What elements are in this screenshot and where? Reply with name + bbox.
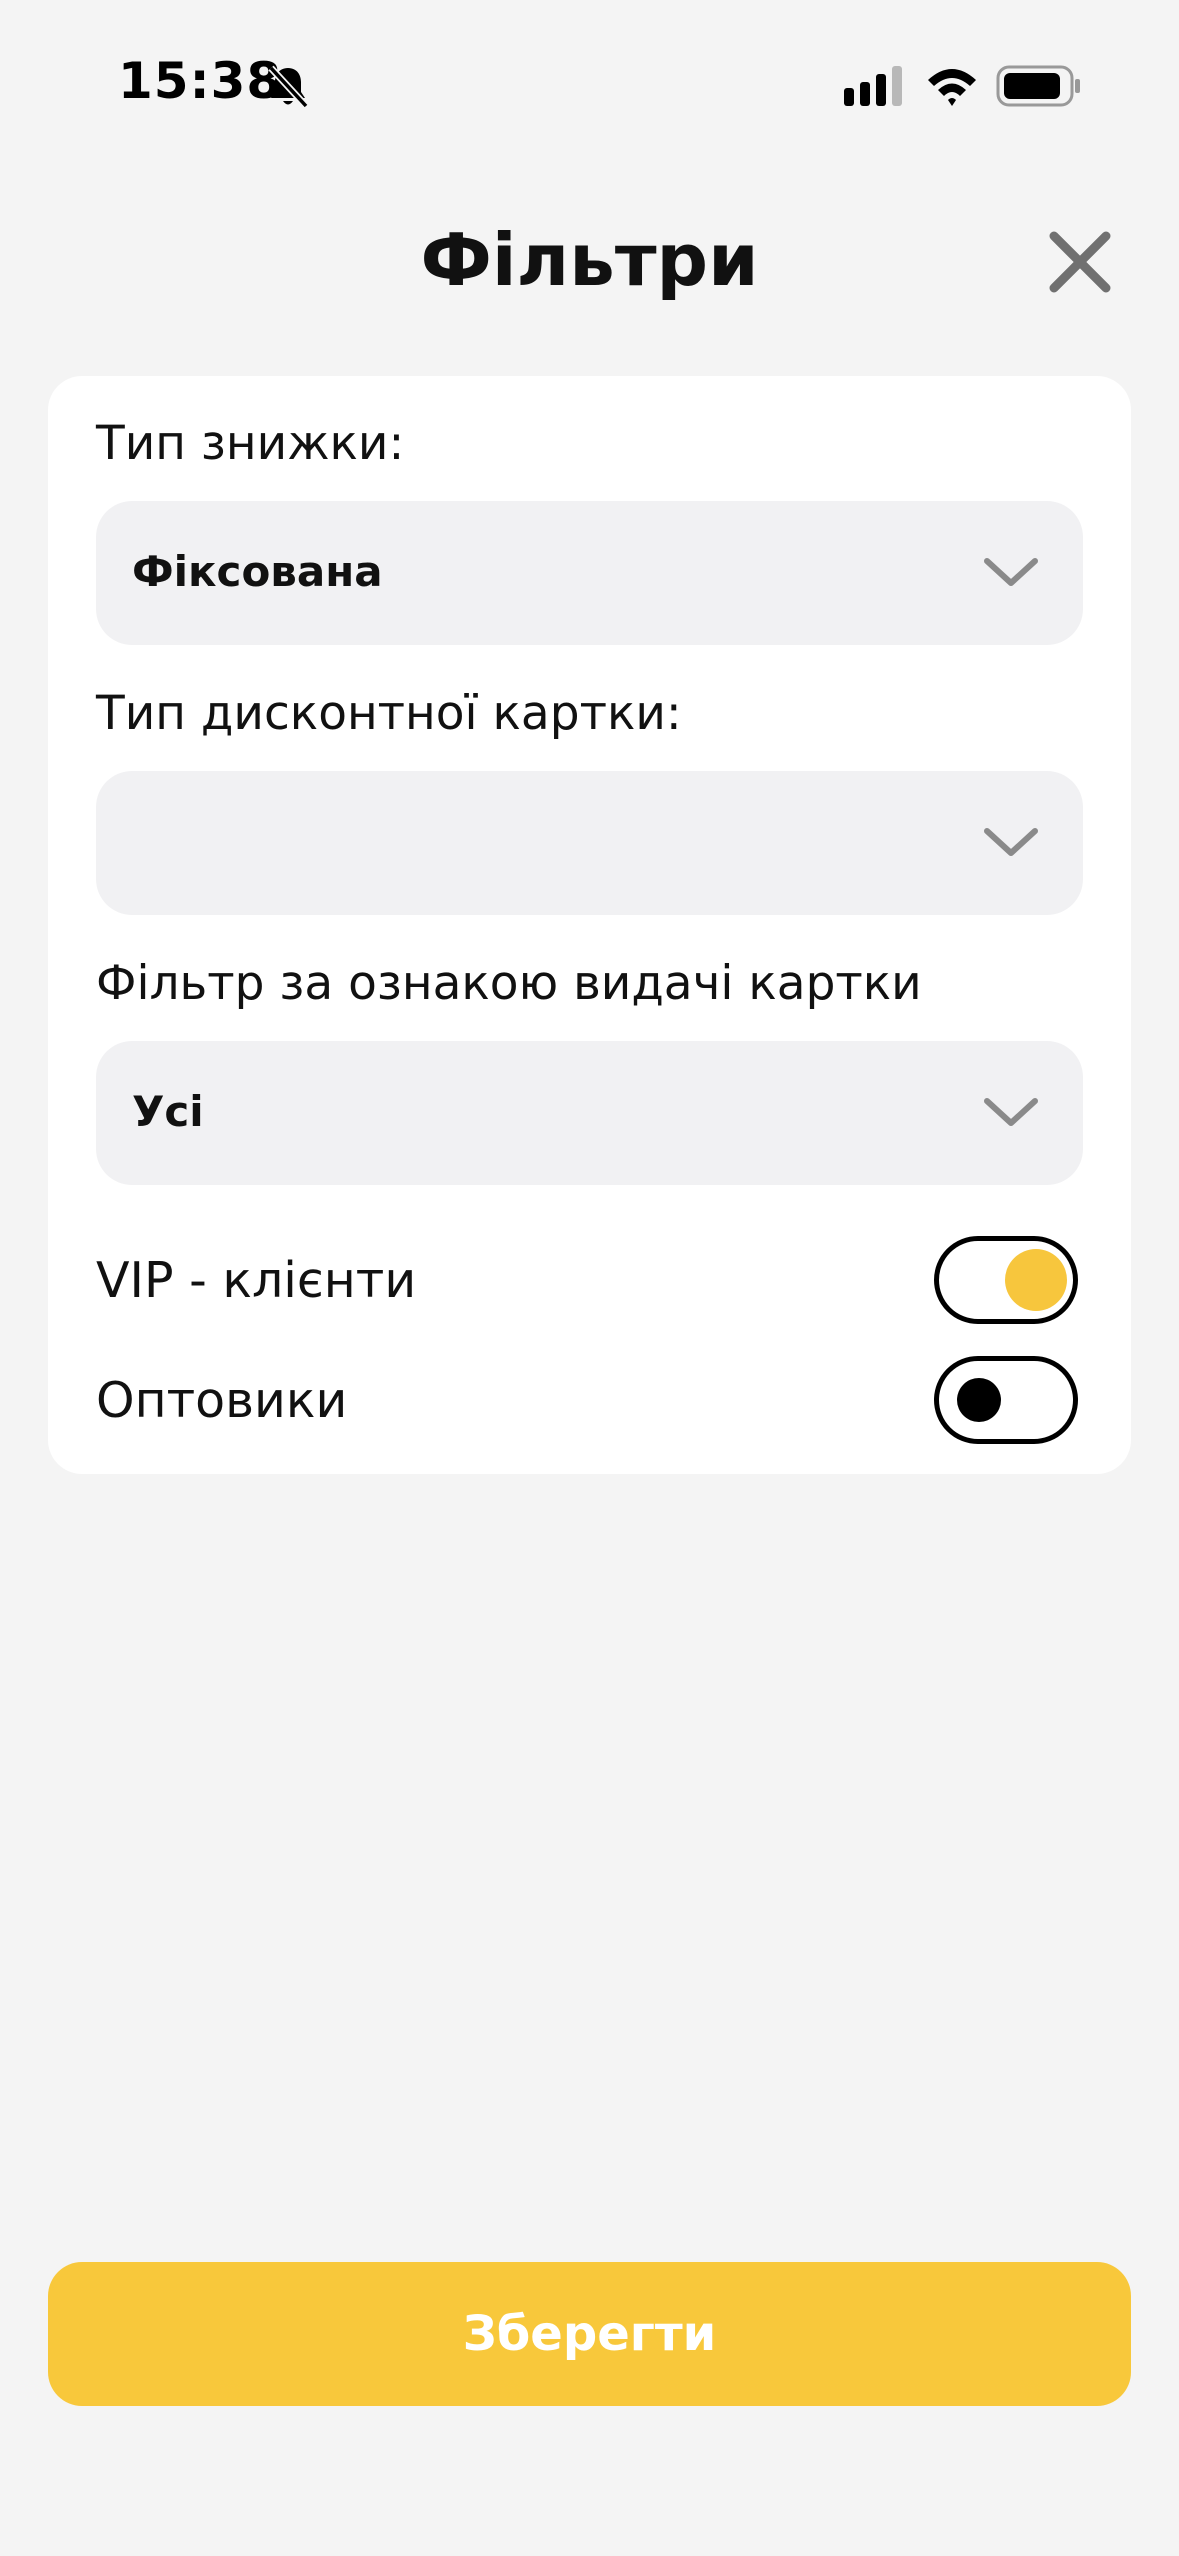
discount-type-label: Тип знижки: [96, 416, 405, 471]
status-bar: 15:38 [0, 0, 1179, 170]
toggle-knob [1005, 1249, 1067, 1311]
filter-card: Тип знижки: Фіксована Тип дисконтної кар… [48, 376, 1131, 1474]
save-button[interactable]: Зберегти [48, 2262, 1131, 2406]
status-time: 15:38 [118, 52, 283, 110]
wholesalers-label: Оптовики [96, 1372, 348, 1429]
card-issue-filter-label: Фільтр за ознакою видачі картки [96, 956, 922, 1011]
discount-type-value: Фіксована [132, 547, 383, 596]
card-type-select[interactable] [96, 771, 1083, 915]
vip-clients-toggle[interactable] [934, 1236, 1078, 1324]
chevron-down-icon [984, 828, 1038, 856]
close-icon[interactable] [1040, 222, 1120, 302]
card-issue-filter-select[interactable]: Усі [96, 1041, 1083, 1185]
toggle-knob [957, 1378, 1001, 1422]
battery-icon [996, 65, 1080, 107]
page-title: Фільтри [420, 218, 759, 302]
wholesalers-toggle[interactable] [934, 1356, 1078, 1444]
card-issue-filter-value: Усі [132, 1087, 204, 1136]
chevron-down-icon [984, 558, 1038, 586]
bell-slash-icon [268, 65, 309, 109]
vip-clients-label: VIP - клієнти [96, 1252, 417, 1309]
discount-type-select[interactable]: Фіксована [96, 501, 1083, 645]
wifi-icon [928, 69, 976, 106]
chevron-down-icon [984, 1098, 1038, 1126]
signal-icon [844, 66, 902, 106]
card-type-label: Тип дисконтної картки: [96, 686, 682, 741]
